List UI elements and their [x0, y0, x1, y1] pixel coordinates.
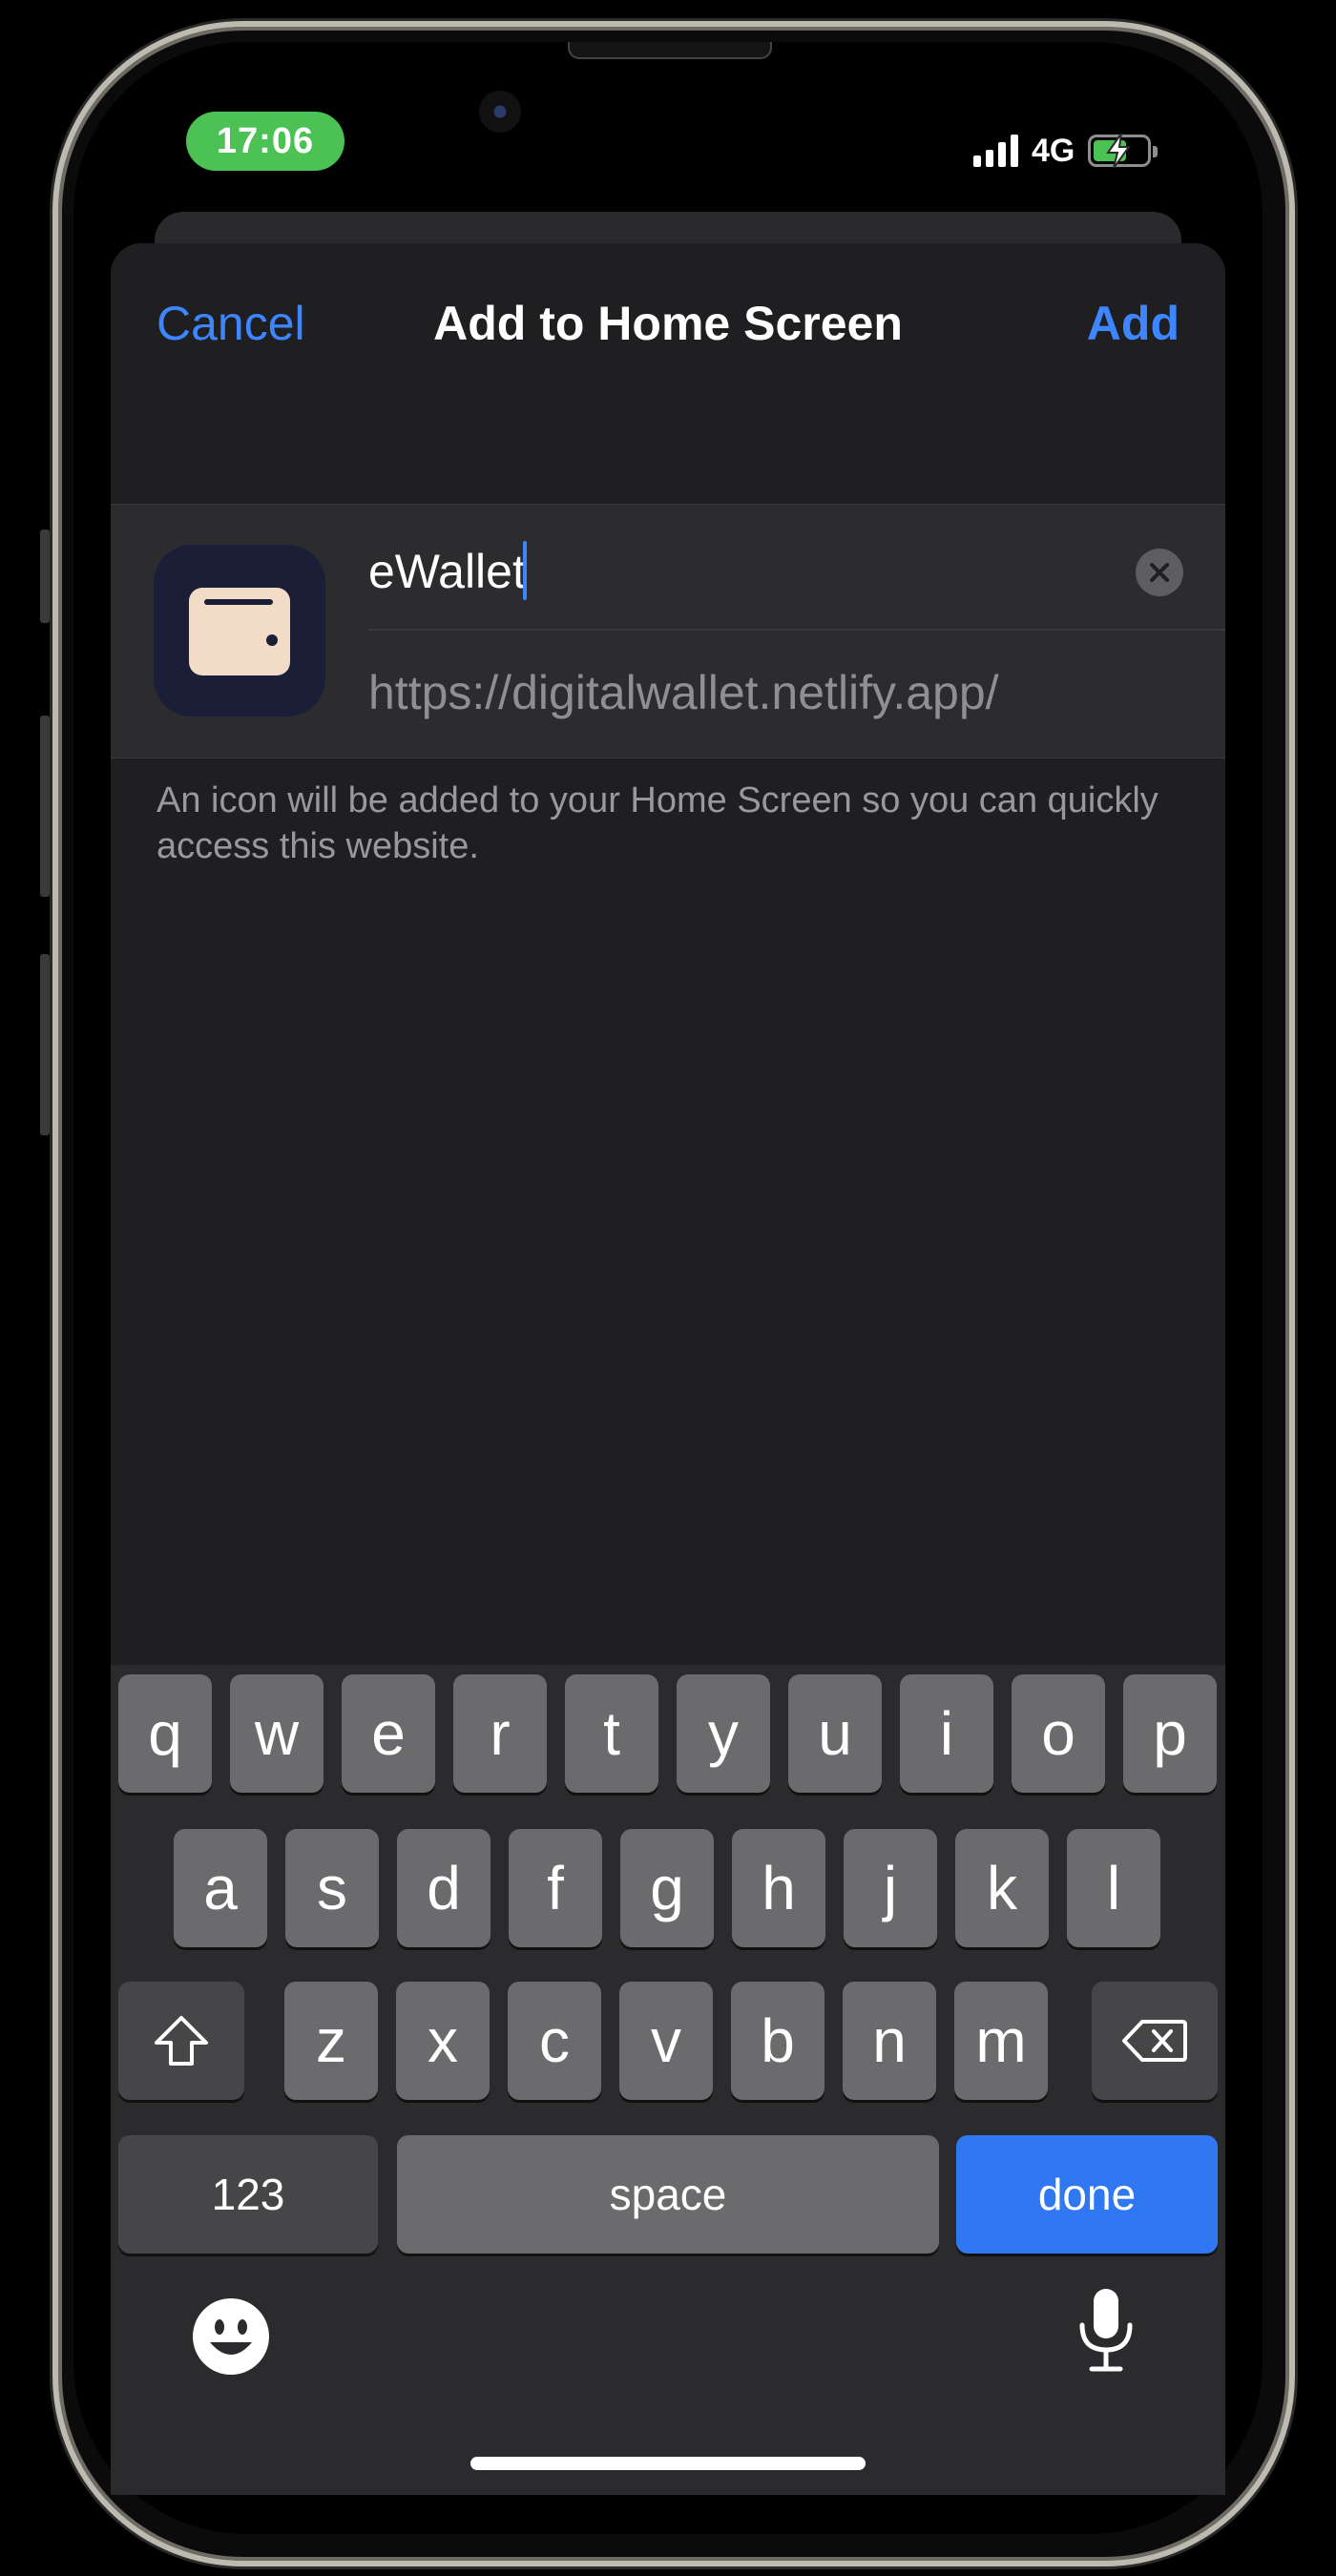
key-q[interactable]: q: [118, 1674, 212, 1793]
key-d[interactable]: d: [397, 1829, 491, 1947]
key-f[interactable]: f: [509, 1829, 602, 1947]
add-to-home-sheet: Cancel Add to Home Screen Add https://di…: [111, 243, 1225, 2495]
space-key[interactable]: space: [397, 2135, 939, 2254]
bookmark-card: https://digitalwallet.netlify.app/: [111, 504, 1225, 758]
key-c[interactable]: c: [508, 1982, 601, 2100]
delete-backward-icon: [1122, 2020, 1187, 2062]
dictation-button[interactable]: [1075, 2287, 1138, 2373]
app-name-input[interactable]: [368, 533, 1094, 610]
mute-switch: [40, 530, 50, 623]
battery-icon: [1088, 133, 1159, 169]
charging-bolt-icon: [1106, 133, 1132, 169]
network-type: 4G: [1032, 132, 1075, 169]
key-s[interactable]: s: [285, 1829, 379, 1947]
key-v[interactable]: v: [619, 1982, 713, 2100]
key-m[interactable]: m: [954, 1982, 1048, 2100]
key-z[interactable]: z: [284, 1982, 378, 2100]
backspace-key[interactable]: [1092, 1982, 1218, 2100]
key-j[interactable]: j: [844, 1829, 937, 1947]
key-t[interactable]: t: [565, 1674, 658, 1793]
shift-key[interactable]: [118, 1982, 244, 2100]
key-o[interactable]: o: [1012, 1674, 1105, 1793]
status-time: 17:06: [186, 112, 344, 171]
home-indicator[interactable]: [470, 2457, 866, 2470]
key-u[interactable]: u: [788, 1674, 882, 1793]
navigation-bar: Cancel Add to Home Screen Add: [111, 243, 1225, 405]
clear-text-button[interactable]: [1136, 549, 1183, 596]
status-indicators: 4G: [973, 130, 1159, 172]
key-r[interactable]: r: [453, 1674, 547, 1793]
microphone-icon: [1079, 2289, 1133, 2372]
volume-up-button: [40, 716, 50, 897]
key-n[interactable]: n: [843, 1982, 936, 2100]
earpiece-speaker: [568, 42, 772, 59]
helper-text: An icon will be added to your Home Scree…: [157, 780, 1159, 866]
emoji-button[interactable]: [191, 2296, 271, 2377]
shift-arrow-icon: [155, 2016, 208, 2066]
key-b[interactable]: b: [731, 1982, 825, 2100]
wallet-icon: [154, 545, 325, 717]
front-camera: [479, 91, 521, 133]
key-a[interactable]: a: [174, 1829, 267, 1947]
close-icon: [1150, 563, 1169, 582]
text-cursor: [523, 541, 527, 600]
key-h[interactable]: h: [732, 1829, 825, 1947]
key-l[interactable]: l: [1067, 1829, 1160, 1947]
keyboard: qwertyuiop asdfghjkl zxcvbnm 123 space d…: [111, 1665, 1225, 2495]
key-x[interactable]: x: [396, 1982, 490, 2100]
add-button[interactable]: Add: [1087, 296, 1179, 351]
key-k[interactable]: k: [955, 1829, 1049, 1947]
key-g[interactable]: g: [620, 1829, 714, 1947]
sheet-title: Add to Home Screen: [433, 297, 903, 350]
website-url: https://digitalwallet.netlify.app/: [368, 666, 999, 719]
volume-down-button: [40, 954, 50, 1135]
key-p[interactable]: p: [1123, 1674, 1217, 1793]
numbers-key[interactable]: 123: [118, 2135, 378, 2254]
cellular-signal-icon: [973, 135, 1018, 167]
emoji-icon: [193, 2298, 269, 2375]
field-divider: [368, 629, 1225, 631]
key-i[interactable]: i: [900, 1674, 993, 1793]
key-w[interactable]: w: [230, 1674, 324, 1793]
key-y[interactable]: y: [677, 1674, 770, 1793]
key-e[interactable]: e: [342, 1674, 435, 1793]
done-key[interactable]: done: [956, 2135, 1218, 2254]
